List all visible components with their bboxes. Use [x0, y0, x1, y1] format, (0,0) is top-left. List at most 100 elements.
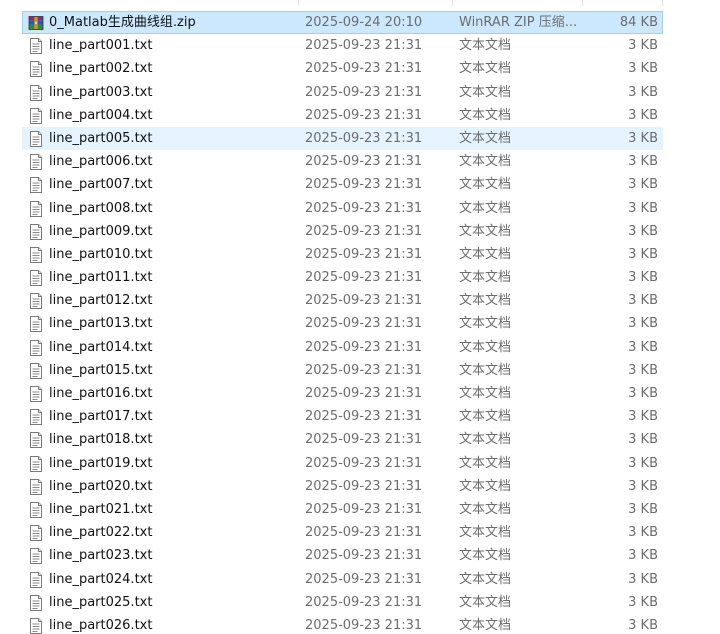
file-name: line_part004.txt	[49, 107, 153, 123]
file-size: 3 KB	[628, 293, 658, 309]
file-name: line_part013.txt	[49, 316, 153, 332]
text-file-icon	[28, 339, 44, 356]
file-name: line_part009.txt	[49, 223, 153, 239]
file-type: 文本文档	[459, 316, 512, 332]
file-size: 3 KB	[628, 571, 658, 587]
file-row[interactable]: line_part003.txt 2025-09-23 21:31 文本文档 3…	[22, 81, 663, 104]
file-type: 文本文档	[459, 339, 512, 355]
file-row[interactable]: line_part017.txt 2025-09-23 21:31 文本文档 3…	[22, 405, 663, 428]
file-row[interactable]: line_part015.txt 2025-09-23 21:31 文本文档 3…	[22, 359, 663, 382]
file-row[interactable]: 0_Matlab生成曲线组.zip 2025-09-24 20:10 WinRA…	[22, 11, 663, 35]
winrar-archive-icon	[28, 15, 44, 31]
file-name: line_part020.txt	[49, 478, 153, 494]
file-date-modified: 2025-09-23 21:31	[305, 455, 423, 471]
file-size: 3 KB	[628, 525, 658, 541]
file-row[interactable]: line_part024.txt 2025-09-23 21:31 文本文档 3…	[22, 568, 663, 591]
file-date-modified: 2025-09-23 21:31	[305, 130, 423, 146]
file-size: 3 KB	[628, 594, 658, 610]
file-row[interactable]: line_part009.txt 2025-09-23 21:31 文本文档 3…	[22, 220, 663, 243]
file-date-modified: 2025-09-23 21:31	[305, 571, 423, 587]
file-row[interactable]: line_part007.txt 2025-09-23 21:31 文本文档 3…	[22, 173, 663, 196]
file-date-modified: 2025-09-23 21:31	[305, 177, 423, 193]
column-divider-size[interactable]	[662, 0, 663, 6]
file-date-modified: 2025-09-23 21:31	[305, 61, 423, 77]
file-row[interactable]: line_part011.txt 2025-09-23 21:31 文本文档 3…	[22, 266, 663, 289]
file-date-modified: 2025-09-23 21:31	[305, 362, 423, 378]
file-row[interactable]: line_part001.txt 2025-09-23 21:31 文本文档 3…	[22, 34, 663, 57]
file-row[interactable]: line_part008.txt 2025-09-23 21:31 文本文档 3…	[22, 197, 663, 220]
file-date-modified: 2025-09-23 21:31	[305, 316, 423, 332]
file-type: 文本文档	[459, 270, 512, 286]
file-name: line_part019.txt	[49, 455, 153, 471]
file-size: 3 KB	[628, 362, 658, 378]
file-name: 0_Matlab生成曲线组.zip	[49, 15, 196, 30]
file-name: line_part024.txt	[49, 571, 153, 587]
file-size: 3 KB	[628, 84, 658, 100]
text-file-icon	[28, 409, 44, 426]
file-name: line_part016.txt	[49, 386, 153, 401]
file-size: 3 KB	[628, 617, 658, 633]
file-date-modified: 2025-09-23 21:31	[305, 293, 423, 309]
file-size: 3 KB	[628, 200, 658, 216]
file-name: line_part012.txt	[49, 293, 153, 309]
file-list-view[interactable]: 0_Matlab生成曲线组.zip 2025-09-24 20:10 WinRA…	[0, 0, 720, 634]
text-file-icon	[28, 525, 44, 542]
file-size: 3 KB	[628, 455, 658, 471]
file-row[interactable]: line_part010.txt 2025-09-23 21:31 文本文档 3…	[22, 243, 663, 266]
file-date-modified: 2025-09-23 21:31	[305, 38, 423, 54]
text-file-icon	[28, 107, 44, 124]
file-size: 3 KB	[628, 339, 658, 355]
file-name: line_part023.txt	[49, 548, 153, 564]
column-divider-date[interactable]	[452, 0, 453, 6]
column-divider-name[interactable]	[298, 0, 299, 6]
file-name: line_part015.txt	[49, 362, 153, 378]
file-name: line_part008.txt	[49, 200, 153, 216]
file-type: 文本文档	[459, 246, 512, 262]
text-file-icon	[28, 38, 44, 55]
file-row[interactable]: line_part020.txt 2025-09-23 21:31 文本文档 3…	[22, 475, 663, 498]
file-size: 3 KB	[628, 432, 658, 448]
text-file-icon	[28, 246, 44, 263]
file-date-modified: 2025-09-23 21:31	[305, 386, 423, 401]
file-row[interactable]: line_part022.txt 2025-09-23 21:31 文本文档 3…	[22, 521, 663, 544]
file-date-modified: 2025-09-23 21:31	[305, 270, 423, 286]
file-row[interactable]: line_part026.txt 2025-09-23 21:31 文本文档 3…	[22, 614, 663, 634]
file-name: line_part005.txt	[49, 130, 153, 146]
file-row[interactable]: line_part005.txt 2025-09-23 21:31 文本文档 3…	[22, 126, 663, 151]
file-name: line_part026.txt	[49, 617, 153, 633]
file-row[interactable]: line_part004.txt 2025-09-23 21:31 文本文档 3…	[22, 104, 663, 127]
file-row[interactable]: line_part025.txt 2025-09-23 21:31 文本文档 3…	[22, 591, 663, 614]
file-name: line_part018.txt	[49, 432, 153, 448]
file-type: 文本文档	[459, 432, 512, 448]
file-size: 3 KB	[628, 107, 658, 123]
file-row[interactable]: line_part013.txt 2025-09-23 21:31 文本文档 3…	[22, 312, 663, 335]
file-type: 文本文档	[459, 200, 512, 216]
file-date-modified: 2025-09-23 21:31	[305, 617, 423, 633]
file-row[interactable]: line_part018.txt 2025-09-23 21:31 文本文档 3…	[22, 428, 663, 451]
file-row[interactable]: line_part016.txt 2025-09-23 21:31 文本文档 3…	[22, 382, 663, 405]
file-size: 3 KB	[628, 177, 658, 193]
text-file-icon	[28, 594, 44, 611]
file-name: line_part007.txt	[49, 177, 153, 193]
file-row[interactable]: line_part019.txt 2025-09-23 21:31 文本文档 3…	[22, 452, 663, 475]
file-row[interactable]: line_part014.txt 2025-09-23 21:31 文本文档 3…	[22, 336, 663, 359]
column-divider-type[interactable]	[582, 0, 583, 6]
file-size: 3 KB	[628, 223, 658, 239]
file-size: 3 KB	[628, 501, 658, 517]
file-type: 文本文档	[459, 107, 512, 123]
file-date-modified: 2025-09-23 21:31	[305, 339, 423, 355]
file-type: 文本文档	[459, 501, 512, 517]
file-row[interactable]: line_part023.txt 2025-09-23 21:31 文本文档 3…	[22, 544, 663, 567]
file-type: 文本文档	[459, 61, 512, 77]
file-row[interactable]: line_part002.txt 2025-09-23 21:31 文本文档 3…	[22, 57, 663, 80]
file-row[interactable]: line_part012.txt 2025-09-23 21:31 文本文档 3…	[22, 289, 663, 312]
file-date-modified: 2025-09-23 21:31	[305, 154, 423, 170]
file-type: 文本文档	[459, 478, 512, 494]
file-row[interactable]: line_part006.txt 2025-09-23 21:31 文本文档 3…	[22, 150, 663, 173]
text-file-icon	[28, 61, 44, 78]
file-type: 文本文档	[459, 84, 512, 100]
file-date-modified: 2025-09-23 21:31	[305, 246, 423, 262]
file-row[interactable]: line_part021.txt 2025-09-23 21:31 文本文档 3…	[22, 498, 663, 521]
file-size: 84 KB	[619, 15, 658, 30]
file-type: 文本文档	[459, 223, 512, 239]
